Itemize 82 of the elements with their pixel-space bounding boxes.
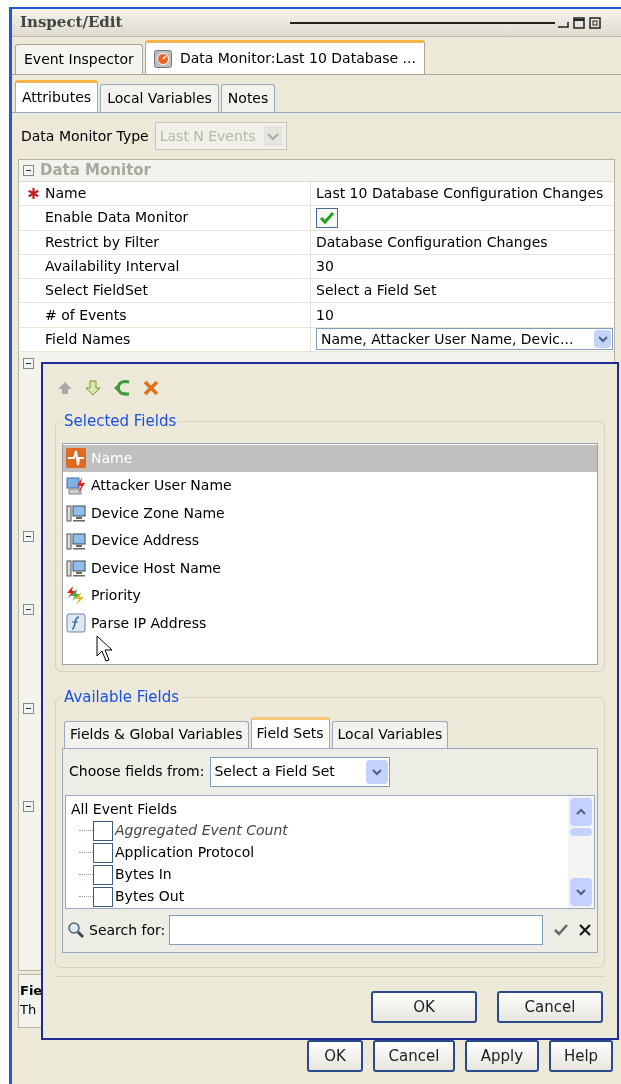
- lightning-bolts-icon: [66, 585, 86, 606]
- tree-checkbox[interactable]: [93, 842, 113, 863]
- dialog-button[interactable]: OK: [307, 1040, 363, 1072]
- tree-checkbox[interactable]: [93, 820, 113, 841]
- editor-tab[interactable]: Data Monitor:Last 10 Database ...: [144, 40, 425, 74]
- field-label: Data Monitor Type: [21, 126, 149, 146]
- computer-icon: [66, 530, 86, 551]
- tree-node[interactable]: All Event Fields: [71, 798, 568, 820]
- field-list-item[interactable]: Device Zone Name: [63, 499, 597, 527]
- collapse-icon[interactable]: [23, 358, 34, 370]
- collapse-icon[interactable]: [23, 801, 34, 813]
- field-list-item[interactable]: Attacker User Name: [63, 472, 597, 500]
- property-value: 10: [316, 305, 334, 325]
- dialog-button[interactable]: Cancel: [373, 1040, 455, 1072]
- description-text: Th: [20, 1001, 37, 1019]
- search-icon: [67, 921, 85, 939]
- computer-icon: [66, 503, 86, 524]
- close-icon[interactable]: [579, 924, 591, 936]
- scroll-thumb[interactable]: [570, 827, 592, 836]
- editor-tab[interactable]: Event Inspector: [15, 44, 143, 74]
- field-list-item[interactable]: Device Address: [63, 527, 597, 555]
- tree-node[interactable]: Bytes In: [115, 864, 172, 885]
- popup-button[interactable]: Cancel: [497, 991, 603, 1023]
- search-field[interactable]: [169, 915, 543, 945]
- checkmark-icon[interactable]: [553, 923, 569, 937]
- event-icon: [66, 448, 86, 469]
- window-title: Inspect/Edit: [20, 12, 124, 34]
- tree-node[interactable]: Application Protocol: [115, 842, 255, 863]
- field-label: Choose fields from:: [69, 762, 205, 781]
- field-names-dropdown[interactable]: Name, Attacker User Name, Devic...: [316, 328, 613, 351]
- property-value: Select a Field Set: [316, 281, 437, 301]
- attribute-tab[interactable]: Notes: [220, 84, 276, 112]
- dialog-button[interactable]: Apply: [465, 1040, 539, 1072]
- property-name: Name: [45, 184, 87, 204]
- property-name: Enable Data Monitor: [45, 208, 189, 228]
- property-name: Availability Interval: [45, 257, 180, 277]
- restore-icon[interactable]: [589, 16, 601, 29]
- field-label: Search for:: [89, 920, 166, 940]
- field-tab[interactable]: Local Variables: [331, 720, 449, 748]
- field-set-dropdown[interactable]: Select a Field Set: [210, 756, 391, 787]
- property-name: Select FieldSet: [45, 281, 148, 301]
- move-down-icon[interactable]: [85, 380, 101, 396]
- monitor-gauge-icon: [153, 49, 172, 68]
- tree-node[interactable]: Aggregated Event Count: [115, 820, 288, 841]
- group-header: Data Monitor: [40, 160, 151, 182]
- attribute-tab[interactable]: Local Variables: [100, 84, 219, 112]
- field-list-item[interactable]: Device Host Name: [63, 554, 597, 582]
- collapse-icon[interactable]: [23, 703, 34, 715]
- required-asterisk-icon: [28, 188, 39, 200]
- scroll-down-icon[interactable]: [570, 877, 592, 906]
- curved-arrow-icon[interactable]: [113, 379, 131, 397]
- collapse-icon[interactable]: [23, 604, 34, 616]
- scrollbar[interactable]: [568, 795, 594, 908]
- collapse-icon[interactable]: [23, 531, 34, 543]
- function-icon: [66, 613, 86, 634]
- field-tab[interactable]: Field Sets: [250, 716, 330, 748]
- collapse-icon[interactable]: [23, 165, 34, 176]
- scroll-up-icon[interactable]: [570, 797, 592, 826]
- field-list-item[interactable]: Priority: [63, 582, 597, 610]
- property-value: Database Configuration Changes: [316, 232, 548, 252]
- checkbox[interactable]: [316, 207, 338, 228]
- attribute-tab[interactable]: Attributes: [15, 80, 99, 112]
- property-name: # of Events: [45, 305, 127, 325]
- computer-icon: [66, 558, 86, 579]
- property-value: 30: [316, 257, 334, 277]
- property-name: Restrict by Filter: [45, 232, 160, 252]
- description-title: Fie: [20, 982, 43, 1000]
- property-value: Last 10 Database Configuration Changes: [316, 184, 604, 204]
- maximize-icon[interactable]: [573, 16, 585, 29]
- group-title: Selected Fields: [63, 411, 178, 432]
- tree-node[interactable]: Bytes Out: [115, 886, 185, 907]
- user-lightning-icon: [66, 475, 86, 496]
- field-list-item[interactable]: Parse IP Address: [63, 609, 597, 637]
- resize-handle[interactable]: [290, 21, 555, 24]
- tree-checkbox[interactable]: [93, 864, 113, 885]
- popup-button[interactable]: OK: [371, 991, 477, 1023]
- group-title: Available Fields: [63, 687, 181, 708]
- dialog-button[interactable]: Help: [549, 1040, 613, 1072]
- tree-checkbox[interactable]: [93, 886, 113, 907]
- property-name: Field Names: [45, 329, 131, 349]
- delete-icon[interactable]: [143, 380, 159, 396]
- field-tab[interactable]: Fields & Global Variables: [64, 720, 249, 748]
